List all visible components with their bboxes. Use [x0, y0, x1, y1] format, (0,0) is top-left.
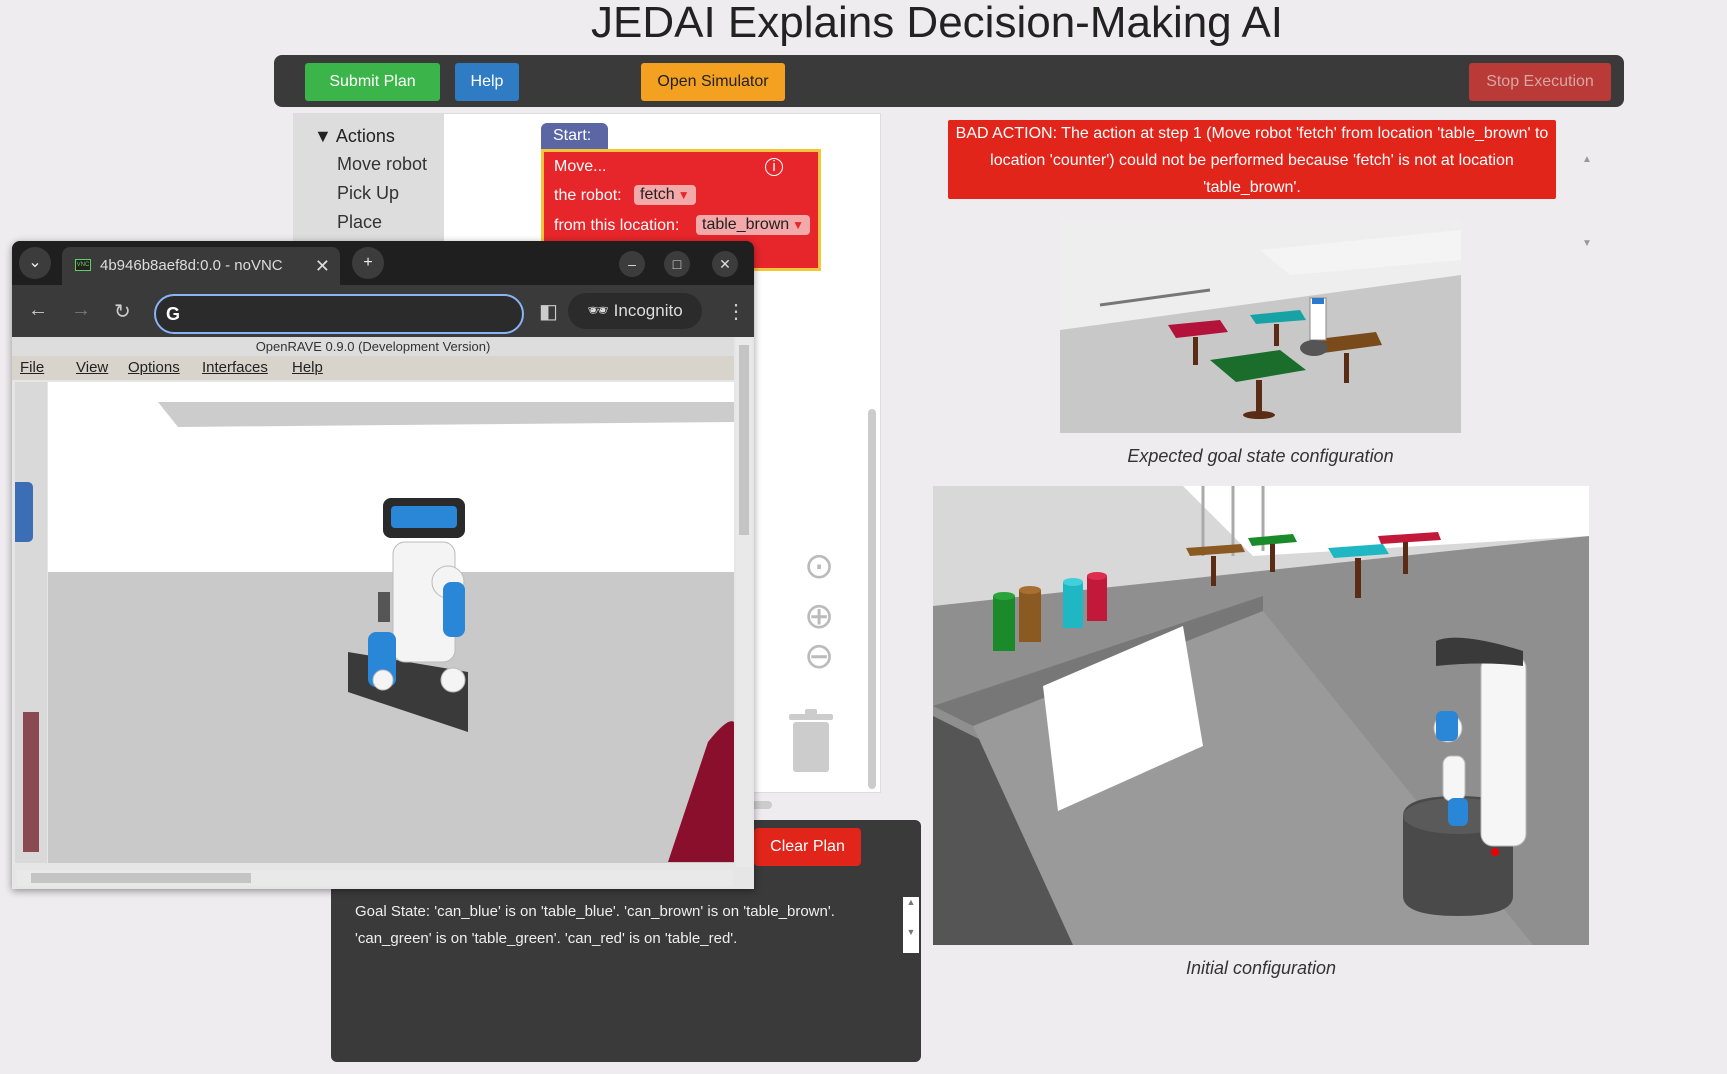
minimize-icon[interactable]: –	[619, 251, 645, 277]
incognito-badge[interactable]: 🕶 Incognito	[568, 293, 702, 329]
back-icon[interactable]: ←	[28, 299, 48, 322]
openrave-title-bar: OpenRAVE 0.9.0 (Development Version)	[12, 337, 734, 356]
incognito-icon: 🕶	[587, 301, 609, 320]
goal-state-caption: Expected goal state configuration	[1127, 446, 1394, 466]
robot-field-label: the robot:	[554, 187, 622, 204]
tab-search-icon[interactable]: ⌄	[19, 247, 51, 279]
initial-configuration-image	[933, 486, 1589, 945]
initial-configuration-caption: Initial configuration	[1185, 958, 1337, 978]
recenter-icon[interactable]: ⊙	[804, 548, 834, 584]
novnc-control-handle[interactable]	[15, 482, 33, 542]
clear-plan-button[interactable]: Clear Plan	[754, 828, 861, 866]
from-location-label: from this location:	[554, 217, 680, 234]
move-block-title: Move...	[554, 158, 607, 175]
browser-tab[interactable]: VNC 4b946b8aef8d:0.0 - noVNC ✕	[62, 247, 340, 285]
workspace-vertical-scrollbar[interactable]	[868, 409, 876, 789]
goal-state-image	[1060, 220, 1461, 433]
error-banner: BAD ACTION: The action at step 1 (Move r…	[948, 120, 1556, 199]
browser-menu-icon[interactable]: ⋮	[726, 299, 746, 324]
address-bar[interactable]: G	[154, 294, 524, 334]
page-title: JEDAI Explains Decision-Making AI	[590, 0, 1284, 47]
zoom-in-icon[interactable]: ⊕	[804, 598, 834, 634]
open-simulator-button[interactable]: Open Simulator	[641, 63, 785, 101]
reload-icon[interactable]: ↻	[114, 299, 131, 324]
forward-icon[interactable]: →	[71, 299, 91, 322]
toolbox-item-move-robot[interactable]: Move robot	[337, 154, 427, 175]
navigation-bar: ← → ↻ G ◧ 🕶 Incognito ⋮	[12, 285, 754, 337]
toolbox-item-place[interactable]: Place	[337, 212, 382, 233]
openrave-side-bar	[15, 382, 47, 863]
openrave-menu-bar: File View Options Interfaces Help	[12, 356, 734, 380]
goal-state-scrollbar[interactable]: ▲ ▼	[903, 897, 919, 953]
openrave-3d-view[interactable]	[48, 382, 734, 863]
error-scrollbar[interactable]: ▲ ▼	[1582, 118, 1592, 286]
vnc-vertical-scrollbar[interactable]	[736, 337, 752, 867]
toolbox-category-actions[interactable]: ▼ Actions	[314, 126, 395, 147]
maximize-icon[interactable]: □	[664, 251, 690, 277]
side-panel-icon[interactable]: ◧	[539, 299, 558, 324]
help-button[interactable]: Help	[455, 63, 519, 101]
info-icon[interactable]: i	[765, 158, 783, 176]
menu-help[interactable]: Help	[292, 359, 323, 376]
menu-options[interactable]: Options	[128, 359, 180, 376]
start-block[interactable]: Start:	[541, 123, 608, 149]
from-location-dropdown[interactable]: table_brown ▼	[696, 215, 811, 235]
toolbar: Submit Plan Help Open Simulator Stop Exe…	[274, 55, 1624, 107]
google-icon: G	[166, 304, 181, 324]
close-window-icon[interactable]: ✕	[712, 251, 738, 277]
vnc-horizontal-scrollbar[interactable]	[17, 870, 733, 886]
goal-state-text: Goal State: 'can_blue' is on 'table_blue…	[355, 903, 835, 947]
toolbox: ▼ Actions Move robot Pick Up Place	[294, 114, 444, 244]
tab-bar: ⌄ VNC 4b946b8aef8d:0.0 - noVNC ✕ + – □ ✕	[12, 241, 754, 285]
browser-window: ⌄ VNC 4b946b8aef8d:0.0 - noVNC ✕ + – □ ✕…	[12, 241, 754, 889]
trash-icon[interactable]	[787, 708, 835, 774]
close-tab-icon[interactable]: ✕	[315, 247, 330, 285]
menu-view[interactable]: View	[76, 359, 108, 376]
vnc-viewport[interactable]: OpenRAVE 0.9.0 (Development Version) Fil…	[12, 337, 754, 889]
toolbox-item-pick-up[interactable]: Pick Up	[337, 183, 399, 204]
zoom-out-icon[interactable]: ⊖	[804, 638, 834, 674]
dropdown-arrow-icon: ▼	[677, 188, 690, 202]
menu-interfaces[interactable]: Interfaces	[202, 359, 268, 376]
expand-triangle-icon: ▼	[314, 126, 332, 146]
menu-file[interactable]: File	[20, 359, 44, 376]
stop-execution-button[interactable]: Stop Execution	[1469, 63, 1611, 101]
dropdown-arrow-icon: ▼	[792, 218, 805, 232]
submit-plan-button[interactable]: Submit Plan	[305, 63, 440, 101]
new-tab-icon[interactable]: +	[352, 247, 384, 279]
vnc-favicon-icon: VNC	[75, 259, 91, 271]
robot-dropdown[interactable]: fetch ▼	[634, 185, 696, 205]
openrave-slider[interactable]	[23, 712, 39, 852]
